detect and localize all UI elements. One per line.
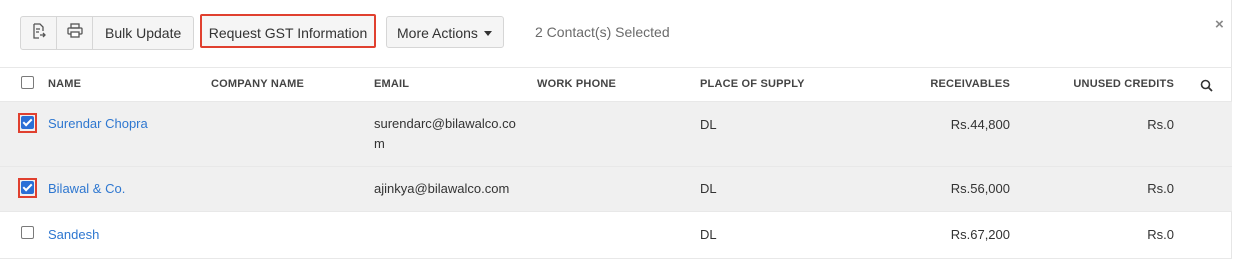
export-icon bbox=[32, 22, 46, 44]
toolbar-button-group: Bulk Update bbox=[20, 16, 195, 50]
table-header: NAME COMPANY NAME EMAIL WORK PHONE PLACE… bbox=[0, 68, 1232, 101]
more-actions-label: More Actions bbox=[397, 25, 478, 41]
unused-credits-cell: Rs.0 bbox=[1147, 117, 1174, 132]
search-icon[interactable] bbox=[1200, 79, 1213, 97]
row-checkbox[interactable] bbox=[21, 226, 34, 239]
row-checkbox[interactable] bbox=[21, 116, 34, 129]
contact-name-link[interactable]: Surendar Chopra bbox=[48, 116, 148, 131]
contact-name-link[interactable]: Sandesh bbox=[48, 227, 99, 242]
receivables-cell: Rs.67,200 bbox=[950, 227, 1010, 242]
right-panel-border bbox=[1231, 0, 1240, 258]
more-actions-dropdown[interactable]: More Actions bbox=[386, 16, 504, 48]
request-gst-information-button[interactable]: Request GST Information bbox=[200, 14, 376, 48]
bulk-action-toolbar: Bulk Update Request GST Information More… bbox=[0, 0, 1232, 68]
place-of-supply-cell: DL bbox=[700, 227, 717, 242]
bulk-update-button[interactable]: Bulk Update bbox=[93, 17, 193, 49]
table-row[interactable]: Surendar Chopra surendarc@bilawalco.com … bbox=[0, 101, 1232, 167]
column-header-place-of-supply[interactable]: PLACE OF SUPPLY bbox=[700, 78, 805, 90]
column-header-email[interactable]: EMAIL bbox=[374, 78, 409, 90]
receivables-cell: Rs.44,800 bbox=[950, 117, 1010, 132]
column-header-receivables[interactable]: RECEIVABLES bbox=[930, 78, 1010, 90]
column-header-unused-credits[interactable]: UNUSED CREDITS bbox=[1073, 78, 1174, 90]
print-icon bbox=[66, 23, 83, 43]
row-checkbox[interactable] bbox=[21, 181, 34, 194]
receivables-cell: Rs.56,000 bbox=[950, 181, 1010, 196]
email-cell: ajinkya@bilawalco.com bbox=[374, 181, 510, 196]
email-cell: surendarc@bilawalco.com bbox=[374, 116, 516, 151]
caret-down-icon bbox=[484, 31, 492, 36]
place-of-supply-cell: DL bbox=[700, 181, 717, 196]
unused-credits-cell: Rs.0 bbox=[1147, 227, 1174, 242]
close-icon[interactable]: × bbox=[1215, 16, 1224, 33]
table-row[interactable]: Bilawal & Co. ajinkya@bilawalco.com DL R… bbox=[0, 166, 1232, 212]
unused-credits-cell: Rs.0 bbox=[1147, 181, 1174, 196]
column-header-name[interactable]: NAME bbox=[48, 78, 81, 90]
column-header-company-name[interactable]: COMPANY NAME bbox=[211, 78, 304, 90]
selection-status: 2 Contact(s) Selected bbox=[535, 24, 670, 40]
export-button[interactable] bbox=[21, 17, 57, 49]
select-all-checkbox[interactable] bbox=[21, 76, 34, 89]
contact-name-link[interactable]: Bilawal & Co. bbox=[48, 181, 125, 196]
column-header-work-phone[interactable]: WORK PHONE bbox=[537, 78, 616, 90]
place-of-supply-cell: DL bbox=[700, 117, 717, 132]
print-button[interactable] bbox=[57, 17, 93, 49]
table-row[interactable]: Sandesh DL Rs.67,200 Rs.0 bbox=[0, 211, 1232, 259]
